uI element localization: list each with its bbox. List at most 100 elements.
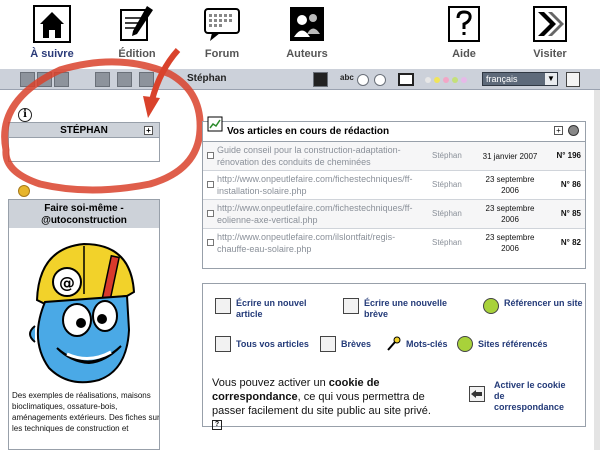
spellcheck-label[interactable]: abc [340,73,354,82]
color-dot-yellow[interactable] [434,77,440,83]
toolbar: Stéphan abc français ▼ [0,68,600,90]
mascot-illustration: @ [29,242,136,384]
briefs-icon [320,336,336,352]
cookie-text: Vous pouvez activer un cookie de corresp… [212,376,432,432]
article-author: Stéphan [432,151,462,160]
globe-icon[interactable] [568,125,579,136]
globe-icon [457,336,473,352]
new-brief-label: Écrire une nouvelle brève [364,298,448,319]
row-checkbox[interactable] [207,152,214,159]
layout-toggle-icon[interactable] [566,72,580,87]
all-articles-label: Tous vos articles [236,339,309,349]
info-icon: i [18,108,32,122]
calendar-icon[interactable] [95,72,110,87]
language-value: français [486,74,518,84]
row-checkbox[interactable] [207,181,214,188]
article-title[interactable]: http://www.onpeutlefaire.com/fichestechn… [217,173,427,197]
table-row[interactable]: Guide conseil pour la construction-adapt… [203,142,585,171]
help-icon [448,6,480,42]
spellcheck-icon[interactable] [357,74,369,86]
cookie-icon [469,386,485,402]
user-box-header: STÉPHAN + [9,123,159,138]
settings-icon[interactable] [374,74,386,86]
color-dot-white[interactable] [425,77,431,83]
color-dot-pink[interactable] [443,77,449,83]
forum-icon [204,8,240,41]
nav-item-auteurs[interactable]: Auteurs [275,4,339,60]
article-title[interactable]: http://www.onpeutlefaire.com/fichestechn… [217,202,427,226]
diy-title-line1: Faire soi-même - [44,203,124,214]
nav-label: Aide [452,48,476,60]
expand-icon[interactable]: + [144,126,153,135]
article-date: 23 septembre 2006 [485,175,535,195]
nav-label: Visiter [533,48,567,60]
cursor-icon[interactable] [37,72,52,87]
nav-label: Édition [118,48,156,60]
articles-icon [215,336,231,352]
top-navigation: À suivre Édition Forum Auteurs Aide Visi… [0,0,600,68]
user-box: STÉPHAN + [8,122,160,162]
article-number: N° 196 [556,151,581,160]
diy-header[interactable]: Faire soi-même - @utoconstruction [9,200,159,228]
mail-icon[interactable] [117,72,132,87]
globe-icon [483,298,499,314]
table-row[interactable]: http://www.onpeutlefaire.com/fichestechn… [203,171,585,200]
article-number: N° 86 [560,180,581,189]
chevron-down-icon: ▼ [545,73,557,85]
display-mode-icon[interactable] [20,72,35,87]
nav-label: À suivre [30,48,74,60]
nav-label: Forum [204,48,240,60]
table-row[interactable]: http://www.onpeutlefaire.com/ilslontfait… [203,229,585,258]
expand-icon[interactable]: + [554,126,563,135]
row-checkbox[interactable] [207,239,214,246]
help-icon[interactable]: ? [212,420,222,431]
screen-icon[interactable] [398,73,414,86]
articles-title: Vos articles en cours de rédaction [227,126,390,137]
svg-text:@: @ [59,273,75,292]
nav-label: Auteurs [286,48,328,60]
nav-item-aide[interactable]: Aide [432,4,496,60]
nav-item-edition[interactable]: Édition [105,4,169,60]
table-row[interactable]: http://www.onpeutlefaire.com/fichestechn… [203,200,585,229]
article-author: Stéphan [432,180,462,189]
row-checkbox[interactable] [207,210,214,217]
globe-icon[interactable] [139,72,154,87]
authors-icon [290,7,324,41]
actions-panel: Écrire un nouvel article Écrire une nouv… [202,283,586,431]
reference-site-label: Référencer un site [504,298,583,308]
article-title[interactable]: Guide conseil pour la construction-adapt… [217,144,427,168]
search-icon[interactable] [54,72,69,87]
sparkle-icon[interactable] [313,72,328,87]
new-article-label: Écrire un nouvel article [236,298,307,319]
new-article-icon [215,298,231,314]
article-date: 23 septembre 2006 [485,233,535,253]
diy-description: Des exemples de réalisations, maisons bi… [12,391,160,433]
user-box-title: STÉPHAN [60,125,108,136]
key-icon [385,336,401,352]
keywords-label: Mots-clés [406,339,448,349]
language-select[interactable]: français ▼ [482,72,558,86]
pen-icon [120,6,153,41]
article-number: N° 85 [560,209,581,218]
activate-cookie-label: Activer le cookie de correspondance [494,380,566,412]
nav-item-forum[interactable]: Forum [190,4,254,60]
article-date: 31 janvier 2007 [482,152,538,161]
article-author: Stéphan [432,209,462,218]
new-brief-icon [343,298,359,314]
diy-title-line2: @utoconstruction [41,215,127,226]
article-date: 23 septembre 2006 [485,204,535,224]
nav-item-visiter[interactable]: Visiter [518,4,582,60]
article-icon [207,116,223,132]
color-dot-green[interactable] [452,77,458,83]
referenced-sites-label: Sites référencés [478,339,548,349]
articles-header: Vos articles en cours de rédaction + [203,116,585,142]
diy-box: Faire soi-même - @utoconstruction @ Des … [8,199,160,450]
toolbar-username: Stéphan [187,73,227,84]
scrollbar[interactable] [594,90,600,450]
article-title[interactable]: http://www.onpeutlefaire.com/ilslontfait… [217,231,427,255]
visit-icon [533,6,567,42]
articles-panel: Vos articles en cours de rédaction + Gui… [202,116,586,269]
color-dot-violet[interactable] [461,77,467,83]
home-icon [33,5,71,43]
nav-item-a-suivre[interactable]: À suivre [20,4,84,60]
